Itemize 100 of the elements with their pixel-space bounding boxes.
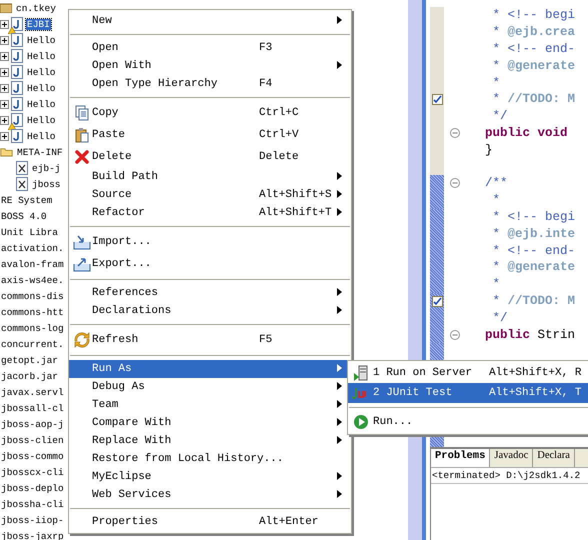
expand-toggle[interactable]	[0, 20, 9, 28]
refresh-icon	[74, 332, 90, 348]
tree-item[interactable]: jboss-aop-j	[0, 418, 65, 430]
tree-item[interactable]: cn.tkey	[15, 2, 57, 14]
menu-item[interactable]: Refactor Alt+Shift+T	[69, 204, 351, 222]
tree-item[interactable]: jboss-clien	[0, 434, 65, 446]
expand-toggle[interactable]	[0, 116, 9, 124]
tree-item[interactable]: Hello	[26, 130, 57, 142]
tree-item[interactable]: commons-htt	[0, 306, 65, 318]
menu-item[interactable]: Export...	[69, 253, 351, 275]
menu-item[interactable]: Declarations	[69, 302, 351, 320]
copy-icon	[74, 105, 90, 121]
tree-item[interactable]: concurrent.	[0, 338, 65, 350]
tree-item[interactable]: jboss-deplo	[0, 482, 65, 494]
menu-item[interactable]: Build Path	[69, 168, 351, 186]
tree-item[interactable]: RE System	[0, 194, 54, 206]
import-icon	[72, 234, 90, 250]
tree-item[interactable]: jbosscx-cli	[0, 466, 65, 478]
menu-item[interactable]: Compare With	[69, 414, 351, 432]
expand-toggle[interactable]	[0, 84, 9, 92]
package-icon	[0, 3, 12, 13]
xml-file-icon	[16, 161, 28, 175]
code-line: * @ejb.inte	[492, 226, 576, 241]
menu-item[interactable]: Source Alt+Shift+S	[69, 186, 351, 204]
tree-item[interactable]: EJBI	[26, 18, 51, 30]
java-file-icon	[11, 33, 23, 47]
tree-item[interactable]: javax.servl	[0, 386, 65, 398]
tree-item[interactable]: Hello	[26, 66, 57, 78]
tree-item[interactable]: commons-log	[0, 322, 65, 334]
tree-item[interactable]: avalon-fram	[0, 258, 65, 270]
expand-toggle[interactable]	[0, 52, 9, 60]
menu-item[interactable]: Restore from Local History...	[69, 450, 351, 468]
menu-item[interactable]: MyEclipse	[69, 468, 351, 486]
menu-item[interactable]: Debug As	[69, 378, 351, 396]
java-file-icon	[11, 81, 23, 95]
code-line: public void	[484, 126, 568, 140]
menu-item[interactable]: 2 JUnit Test Alt+Shift+X, T	[348, 383, 588, 403]
tree-item[interactable]: ejb-j	[31, 162, 62, 174]
folder-icon	[0, 146, 13, 158]
tree-item[interactable]: activation.	[0, 242, 65, 254]
menu-item[interactable]: Properties Alt+Enter	[69, 513, 351, 531]
collapse-icon[interactable]	[450, 330, 460, 340]
code-line: * <!-- end-	[492, 42, 576, 56]
menu-item[interactable]: Team	[69, 396, 351, 414]
menu-item[interactable]: 1 Run on Server Alt+Shift+X, R	[348, 363, 588, 383]
menu-item[interactable]: Copy Ctrl+C	[69, 102, 351, 124]
menu-item[interactable]: Paste Ctrl+V	[69, 124, 351, 146]
menu-item[interactable]: Web Services	[69, 486, 351, 504]
code-line: *	[492, 193, 500, 208]
tree-item[interactable]: axis-ws4ee.	[0, 274, 65, 286]
tree-item[interactable]: Hello	[26, 82, 57, 94]
tree-item[interactable]: Hello	[26, 114, 57, 126]
menu-item[interactable]: Import...	[69, 231, 351, 253]
java-file-icon	[11, 113, 23, 127]
code-line: */	[492, 310, 508, 325]
code-line: * @generate	[492, 260, 576, 274]
menu-item[interactable]: Delete Delete	[69, 146, 351, 168]
code-line: *	[492, 76, 500, 90]
collapse-icon[interactable]	[450, 128, 460, 138]
tree-item[interactable]: Hello	[26, 34, 57, 46]
code-line: *	[492, 277, 500, 292]
menu-item[interactable]: Run...	[348, 412, 588, 432]
menu-item[interactable]: References	[69, 284, 351, 302]
tree-item[interactable]: jbossha-cli	[0, 498, 65, 510]
menu-item[interactable]: Replace With	[69, 432, 351, 450]
code-line: * <!-- begi	[492, 8, 576, 22]
menu-item[interactable]: Open With	[69, 57, 351, 75]
clipboard-icon	[74, 127, 90, 143]
menu-item[interactable]: Refresh F5	[69, 329, 351, 351]
expand-toggle[interactable]	[0, 132, 9, 140]
tree-item[interactable]: BOSS 4.0	[0, 210, 48, 222]
tree-item[interactable]: Hello	[26, 50, 57, 62]
java-file-icon	[11, 49, 23, 63]
tree-item[interactable]: jbossall-cl	[0, 402, 65, 414]
java-file-icon	[11, 65, 23, 79]
expand-toggle[interactable]	[0, 36, 9, 44]
tree-item[interactable]: getopt.jar	[0, 354, 60, 366]
tree-item[interactable]: jboss-commo	[0, 450, 65, 462]
code-line: * @generate	[492, 58, 576, 73]
menu-item[interactable]: New	[69, 12, 351, 30]
run-icon	[352, 414, 368, 430]
code-line: * <!-- end-	[492, 244, 576, 258]
tree-item[interactable]: jboss	[31, 178, 62, 190]
menu-item[interactable]: Open F3	[69, 39, 351, 57]
menu-item[interactable]: Open Type Hierarchy F4	[69, 75, 351, 93]
tree-item[interactable]: jacorb.jar	[0, 370, 60, 382]
expand-toggle[interactable]	[0, 68, 9, 76]
code-line: * //TODO: M	[492, 92, 576, 106]
code-line: public Strin	[484, 328, 576, 342]
tree-item[interactable]: META-INF	[16, 146, 64, 158]
tree-item[interactable]: jboss-iiop-	[0, 514, 65, 526]
collapse-icon[interactable]	[450, 178, 460, 188]
xml-file-icon	[16, 177, 28, 191]
delete-icon	[74, 149, 90, 165]
panel-tab[interactable]: Problems	[431, 449, 490, 467]
tree-item[interactable]: Hello	[26, 98, 57, 110]
java-file-icon	[11, 17, 23, 31]
tree-item[interactable]: commons-dis	[0, 290, 65, 302]
expand-toggle[interactable]	[0, 100, 9, 108]
tree-item[interactable]: Unit Libra	[0, 226, 60, 238]
